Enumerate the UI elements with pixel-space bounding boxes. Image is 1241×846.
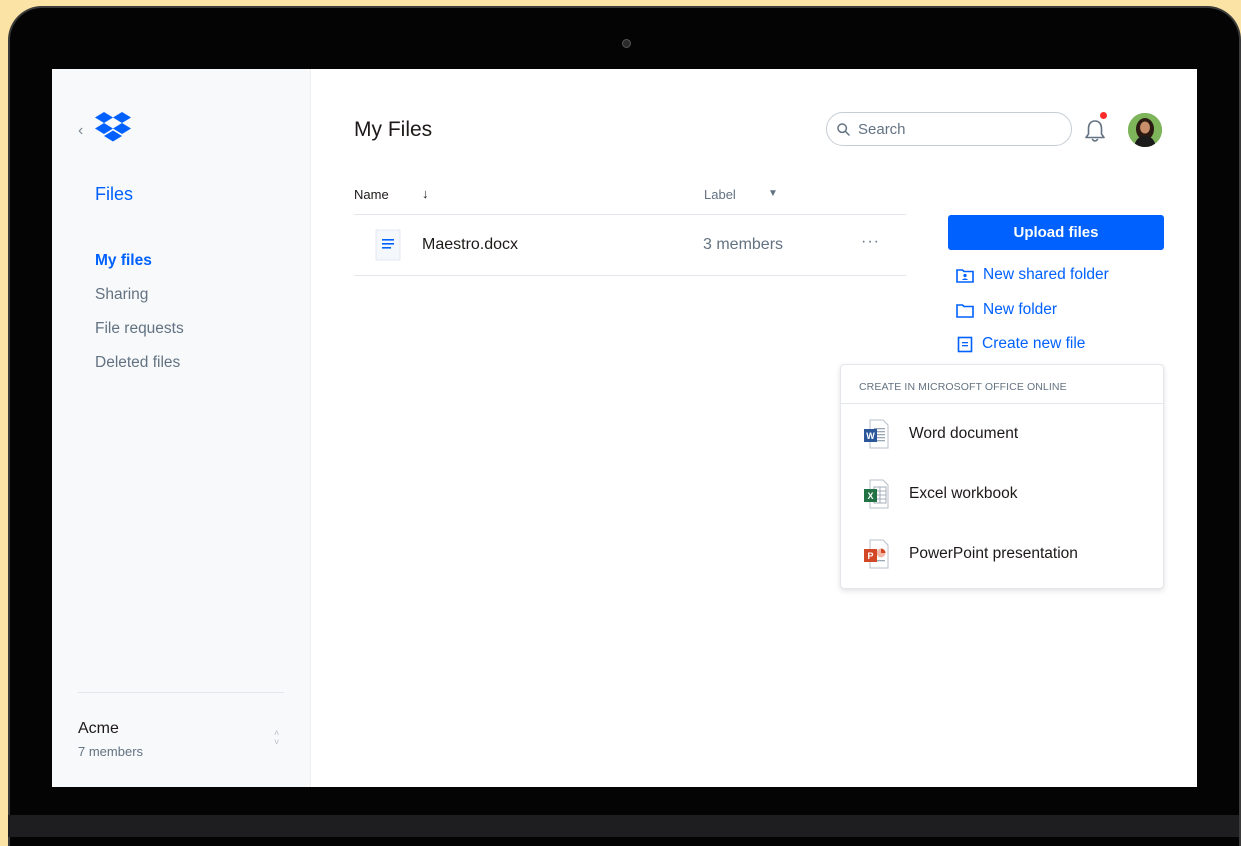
dropdown-item-powerpoint-presentation[interactable]: P PowerPoint presentation	[841, 534, 1163, 574]
document-file-icon	[375, 229, 401, 261]
dropdown-item-excel-workbook[interactable]: X Excel workbook	[841, 474, 1163, 514]
sidebar-title[interactable]: Files	[95, 184, 133, 205]
back-chevron-icon[interactable]: ‹	[78, 122, 83, 140]
new-folder-link[interactable]: New folder	[956, 299, 1057, 321]
sort-descending-icon[interactable]: ↓	[422, 186, 429, 201]
create-file-dropdown: CREATE IN MICROSOFT OFFICE ONLINE W Word…	[840, 364, 1164, 589]
camera-dot	[622, 39, 631, 48]
dropdown-header: CREATE IN MICROSOFT OFFICE ONLINE	[841, 365, 1163, 404]
dropdown-item-label: Excel workbook	[909, 485, 1018, 502]
user-avatar[interactable]	[1128, 113, 1162, 147]
laptop-keyboard-edge	[8, 815, 1239, 837]
sidebar-item-my-files[interactable]: My files	[95, 251, 184, 285]
sidebar-item-sharing[interactable]: Sharing	[95, 285, 184, 319]
shared-folder-icon	[956, 268, 974, 283]
svg-text:W: W	[866, 431, 875, 441]
dropdown-item-label: PowerPoint presentation	[909, 545, 1078, 562]
svg-text:X: X	[867, 491, 873, 501]
search-icon	[837, 122, 850, 136]
create-new-file-link[interactable]: Create new file	[956, 333, 1085, 355]
page-title: My Files	[354, 118, 433, 141]
word-icon: W	[864, 419, 889, 449]
notification-badge	[1100, 112, 1107, 119]
sidebar-item-deleted-files[interactable]: Deleted files	[95, 353, 184, 387]
notification-bell-icon[interactable]	[1082, 117, 1108, 145]
powerpoint-icon: P	[864, 539, 889, 569]
dropbox-logo-icon[interactable]	[95, 112, 131, 144]
team-members-count: 7 members	[78, 744, 144, 759]
search-box[interactable]	[826, 112, 1072, 146]
new-folder-label: New folder	[983, 301, 1058, 318]
sidebar-nav: My files Sharing File requests Deleted f…	[95, 251, 184, 387]
sidebar-item-file-requests[interactable]: File requests	[95, 319, 184, 353]
file-label: 3 members	[703, 236, 784, 253]
column-header-name[interactable]: Name	[354, 187, 389, 202]
new-shared-folder-label: New shared folder	[983, 266, 1109, 283]
folder-icon	[956, 303, 974, 318]
table-row[interactable]: Maestro.docx 3 members ···	[354, 215, 906, 275]
team-switcher-chevron-icon[interactable]: ˄ ˅	[274, 729, 279, 747]
excel-icon: X	[864, 479, 889, 509]
sidebar-divider	[78, 692, 284, 693]
file-name[interactable]: Maestro.docx	[422, 236, 518, 254]
app-window: ‹ Files My files Sharing File requests D…	[52, 69, 1197, 787]
sidebar: ‹ Files My files Sharing File requests D…	[52, 69, 311, 787]
new-file-icon	[957, 336, 973, 352]
column-header-label[interactable]: Label	[704, 187, 736, 202]
dropdown-item-label: Word document	[909, 425, 1019, 442]
team-name[interactable]: Acme	[78, 720, 119, 738]
table-divider	[354, 275, 906, 276]
upload-files-button[interactable]: Upload files	[948, 215, 1164, 250]
more-options-icon[interactable]: ···	[861, 233, 880, 251]
chevron-down-icon[interactable]: ▼	[768, 188, 778, 199]
create-new-file-label: Create new file	[982, 335, 1086, 352]
svg-text:P: P	[867, 551, 873, 561]
new-shared-folder-link[interactable]: New shared folder	[956, 264, 1109, 286]
dropdown-item-word-document[interactable]: W Word document	[841, 414, 1163, 454]
search-input[interactable]	[856, 119, 1050, 139]
